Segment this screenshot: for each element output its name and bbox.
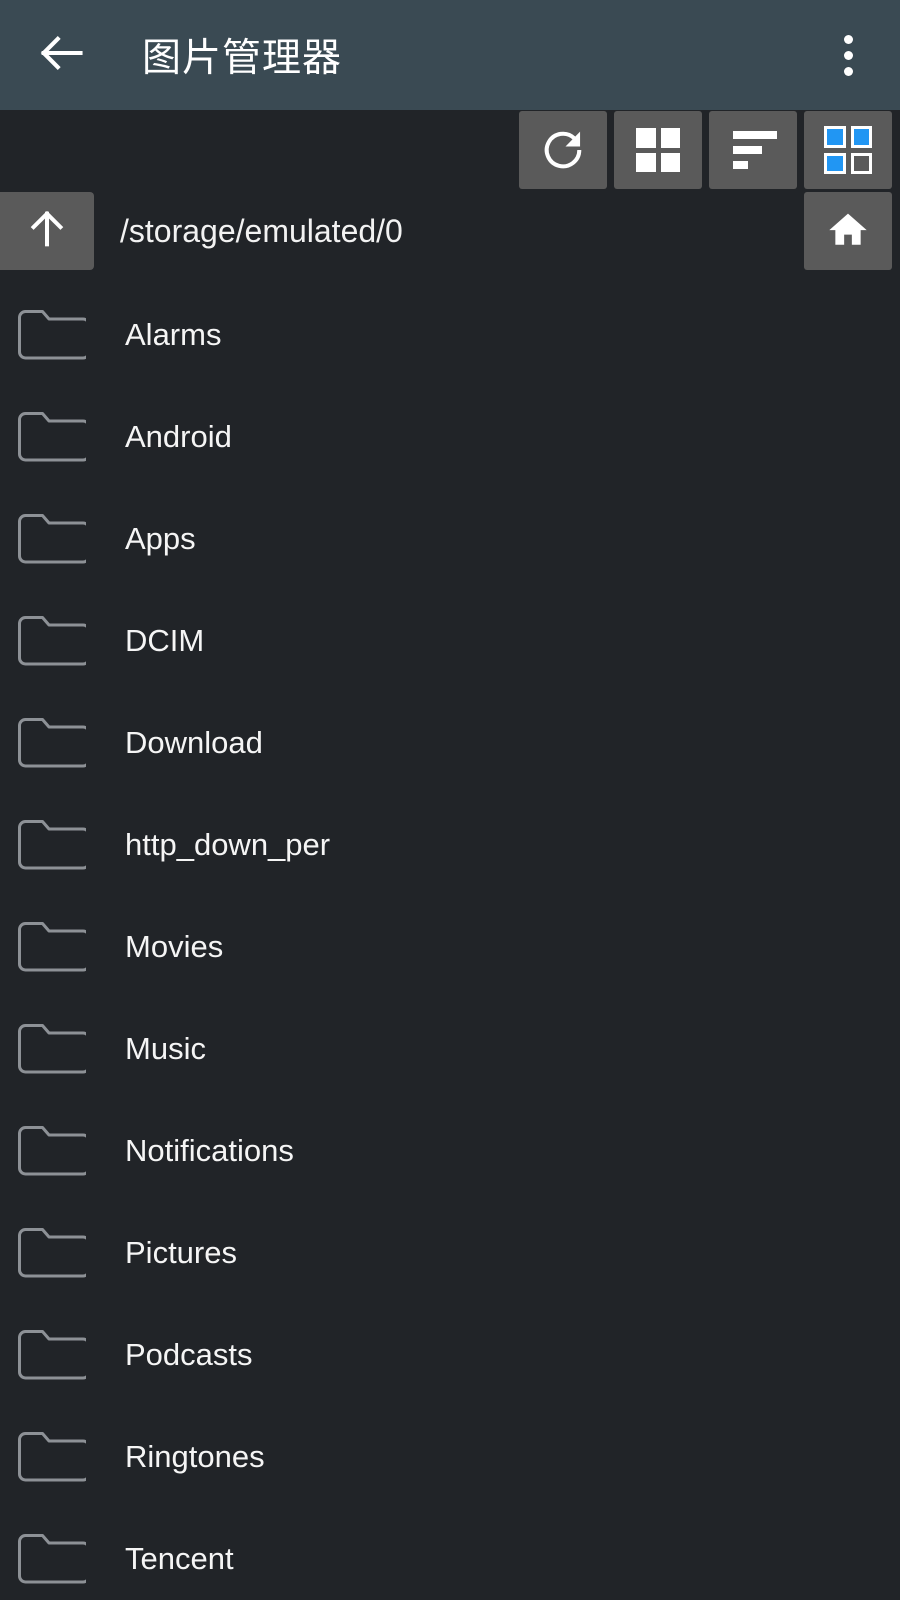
file-list-item[interactable]: Android <box>0 386 900 488</box>
folder-icon <box>16 1532 86 1586</box>
arrow-left-icon <box>35 27 87 84</box>
file-name: Pictures <box>125 1235 237 1270</box>
overflow-menu-button[interactable] <box>822 24 874 86</box>
folder-icon <box>16 716 86 770</box>
file-name: Music <box>125 1031 206 1066</box>
file-name: Ringtones <box>125 1439 265 1474</box>
folder-icon <box>16 818 86 872</box>
home-icon <box>826 207 870 256</box>
file-name: Movies <box>125 929 224 964</box>
more-vertical-icon-dot <box>843 50 853 60</box>
back-button[interactable] <box>30 24 92 86</box>
folder-icon <box>16 1430 86 1484</box>
folder-icon <box>16 1226 86 1280</box>
file-list-item[interactable]: Pictures <box>0 1202 900 1304</box>
file-list[interactable]: Alarms Android Apps DCIM Download http_down_p… <box>0 272 900 1600</box>
file-list-item[interactable]: Podcasts <box>0 1304 900 1406</box>
page-title: 图片管理器 <box>142 37 343 80</box>
file-list-item[interactable]: Ringtones <box>0 1406 900 1508</box>
sort-icon <box>729 130 777 170</box>
refresh-icon <box>540 127 586 173</box>
folder-icon <box>16 410 86 464</box>
multi-select-button[interactable] <box>804 111 892 189</box>
file-list-item[interactable]: Download <box>0 692 900 794</box>
app-bar: 图片管理器 <box>0 0 900 110</box>
current-path[interactable]: /storage/emulated/0 <box>120 213 403 250</box>
folder-icon <box>16 512 86 566</box>
folder-icon <box>16 920 86 974</box>
multi-select-grid-icon <box>824 126 872 174</box>
file-name: http_down_per <box>125 827 331 862</box>
arrow-up-icon <box>24 206 70 257</box>
file-list-item[interactable]: DCIM <box>0 590 900 692</box>
sort-button[interactable] <box>709 111 797 189</box>
file-list-item[interactable]: Movies <box>0 896 900 998</box>
file-list-item[interactable]: Music <box>0 998 900 1100</box>
file-name: Android <box>125 419 232 454</box>
navigate-up-button[interactable] <box>0 192 94 270</box>
file-list-item[interactable]: Tencent <box>0 1508 900 1600</box>
folder-icon <box>16 308 86 362</box>
more-vertical-icon-dot <box>843 34 853 44</box>
folder-icon <box>16 1124 86 1178</box>
path-bar: /storage/emulated/0 <box>0 190 900 272</box>
folder-icon <box>16 1022 86 1076</box>
file-list-item[interactable]: Apps <box>0 488 900 590</box>
more-vertical-icon-dot <box>843 66 853 76</box>
file-name: Apps <box>125 521 196 556</box>
grid-view-icon <box>636 128 680 172</box>
file-name: Tencent <box>125 1541 234 1576</box>
file-list-item[interactable]: http_down_per <box>0 794 900 896</box>
folder-icon <box>16 614 86 668</box>
file-name: Download <box>125 725 263 760</box>
file-list-item[interactable]: Notifications <box>0 1100 900 1202</box>
refresh-button[interactable] <box>519 111 607 189</box>
folder-icon <box>16 1328 86 1382</box>
grid-view-button[interactable] <box>614 111 702 189</box>
file-name: DCIM <box>125 623 205 658</box>
file-name: Notifications <box>125 1133 294 1168</box>
file-list-item[interactable]: Alarms <box>0 284 900 386</box>
toolbar <box>0 110 900 190</box>
file-name: Alarms <box>125 317 222 352</box>
home-button[interactable] <box>804 192 892 270</box>
file-name: Podcasts <box>125 1337 253 1372</box>
